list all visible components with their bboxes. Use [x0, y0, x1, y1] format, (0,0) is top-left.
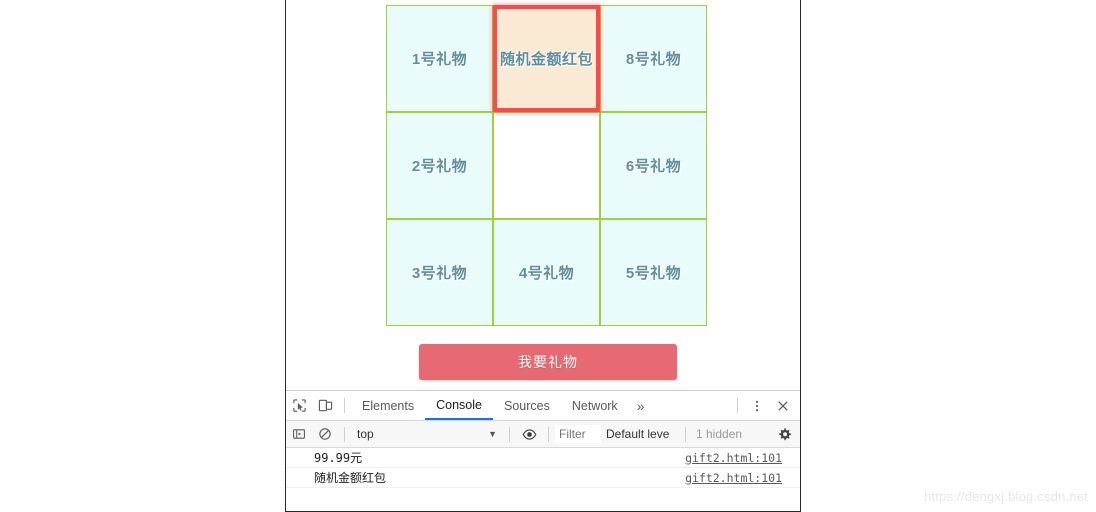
console-filter-toolbar: top ▼ Default leve 1 hidden [286, 421, 800, 448]
gift-cell-6[interactable]: 6号礼物 [600, 112, 707, 219]
devtools-menu-icon[interactable] [744, 393, 770, 419]
tab-sources[interactable]: Sources [493, 391, 561, 420]
toolbar-divider [737, 398, 738, 413]
gift-cell-3[interactable]: 8号礼物 [600, 5, 707, 112]
watermark-text: https://dengxj.blog.csdn.net [924, 489, 1088, 504]
gift-cell-label: 3号礼物 [411, 265, 468, 282]
chevron-down-icon: ▼ [488, 429, 497, 439]
gift-cell-label: 5号礼物 [625, 265, 682, 282]
toolbar-divider [344, 426, 345, 442]
devtools-tabbar: Elements Console Sources Network » [286, 391, 800, 421]
tab-network[interactable]: Network [561, 391, 629, 420]
tab-elements[interactable]: Elements [351, 391, 425, 420]
toolbar-divider [344, 398, 345, 413]
devtools-tabbar-right [731, 393, 800, 419]
gift-cell-4[interactable]: 2号礼物 [386, 112, 493, 219]
toolbar-divider [509, 426, 510, 442]
execution-context-value: top [357, 427, 374, 441]
gift-cell-9[interactable]: 5号礼物 [600, 219, 707, 326]
device-toolbar-icon[interactable] [312, 393, 338, 419]
execution-context-select[interactable]: top ▼ [351, 424, 503, 445]
gift-cell-label: 6号礼物 [625, 158, 682, 175]
console-message-list: 99.99元 gift2.html:101 随机金额红包 gift2.html:… [286, 448, 800, 488]
gift-grid: 1号礼物 随机金额红包 8号礼物 2号礼物 6号礼物 3号礼物 4号礼物 5号礼… [386, 5, 707, 326]
gift-cell-2-active[interactable]: 随机金额红包 [493, 5, 600, 112]
devtools-panel: Elements Console Sources Network » top ▼… [286, 390, 800, 511]
console-sidebar-icon[interactable] [286, 421, 312, 447]
gift-cell-label: 8号礼物 [625, 51, 682, 68]
live-expression-eye-icon[interactable] [516, 421, 542, 447]
browser-window: 1号礼物 随机金额红包 8号礼物 2号礼物 6号礼物 3号礼物 4号礼物 5号礼… [285, 0, 801, 512]
console-message-row[interactable]: 99.99元 gift2.html:101 [286, 448, 800, 468]
console-message-source-link[interactable]: gift2.html:101 [685, 451, 782, 465]
gift-cell-7[interactable]: 3号礼物 [386, 219, 493, 326]
console-filter-toolbar-right [771, 421, 800, 447]
gift-cell-8[interactable]: 4号礼物 [493, 219, 600, 326]
more-panels-icon[interactable]: » [629, 393, 653, 419]
gift-cell-1[interactable]: 1号礼物 [386, 5, 493, 112]
gift-cell-label: 4号礼物 [518, 265, 575, 282]
tab-console[interactable]: Console [425, 391, 493, 420]
console-log-level-select[interactable]: Default leve [601, 427, 679, 441]
toolbar-divider [685, 426, 686, 442]
console-message-text: 99.99元 [314, 451, 363, 465]
close-devtools-icon[interactable] [770, 393, 796, 419]
clear-console-icon[interactable] [312, 421, 338, 447]
hidden-messages-count: 1 hidden [696, 427, 743, 441]
console-message-source-link[interactable]: gift2.html:101 [685, 471, 782, 485]
console-message-row[interactable]: 随机金额红包 gift2.html:101 [286, 468, 800, 488]
inspect-element-icon[interactable] [286, 393, 312, 419]
gift-cell-label: 随机金额红包 [499, 51, 593, 68]
draw-gift-button[interactable]: 我要礼物 [419, 344, 677, 380]
web-page-viewport: 1号礼物 随机金额红包 8号礼物 2号礼物 6号礼物 3号礼物 4号礼物 5号礼… [286, 0, 800, 391]
console-filter-input[interactable] [555, 425, 601, 443]
gift-cell-label: 1号礼物 [411, 51, 468, 68]
toolbar-divider [548, 426, 549, 442]
console-message-text: 随机金额红包 [314, 471, 387, 485]
settings-gear-icon[interactable] [771, 421, 797, 447]
gift-cell-label: 2号礼物 [411, 158, 468, 175]
gift-cell-center-empty [493, 112, 600, 219]
